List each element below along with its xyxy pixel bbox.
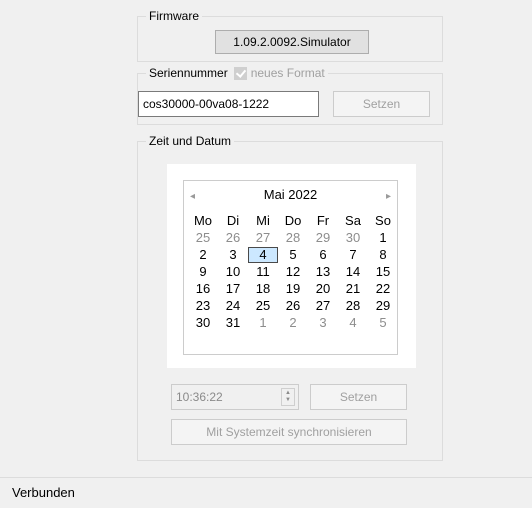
calendar-day[interactable]: 10: [218, 264, 248, 280]
calendar-day[interactable]: 19: [278, 281, 308, 297]
calendar-day[interactable]: 2: [278, 315, 308, 331]
calendar-weekday-header: Mo Di Mi Do Fr Sa So: [188, 213, 398, 229]
status-separator: [0, 477, 532, 478]
serial-group: Seriennummer neues Format cos30000-00va0…: [137, 65, 443, 125]
calendar-day[interactable]: 9: [188, 264, 218, 280]
calendar-week-row: 16 17 18 19 20 21 22: [188, 281, 398, 297]
calendar-day[interactable]: 29: [368, 298, 398, 314]
firmware-legend-label: Firmware: [149, 9, 199, 23]
calendar-day[interactable]: 16: [188, 281, 218, 297]
calendar-day[interactable]: 1: [368, 230, 398, 246]
calendar-day[interactable]: 25: [188, 230, 218, 246]
calendar-day[interactable]: 15: [368, 264, 398, 280]
calendar-day[interactable]: 1: [248, 315, 278, 331]
firmware-group: Firmware 1.09.2.0092.Simulator: [137, 8, 443, 62]
calendar-day[interactable]: 21: [338, 281, 368, 297]
calendar-day[interactable]: 13: [308, 264, 338, 280]
serial-number-input[interactable]: cos30000-00va08-1222: [138, 91, 319, 117]
calendar-day[interactable]: 18: [248, 281, 278, 297]
calendar-day[interactable]: 26: [218, 230, 248, 246]
new-format-checkbox[interactable]: [233, 66, 247, 80]
time-value: 10:36:22: [176, 390, 223, 404]
calendar-day[interactable]: 23: [188, 298, 218, 314]
weekday-label: So: [375, 213, 391, 228]
calendar-day[interactable]: 27: [308, 298, 338, 314]
calendar-week-row: 2 3 4 5 6 7 8: [188, 247, 398, 263]
weekday-label: Sa: [345, 213, 361, 228]
calendar-day[interactable]: 14: [338, 264, 368, 280]
calendar-day[interactable]: 8: [368, 247, 398, 263]
new-format-label: neues Format: [250, 66, 325, 80]
calendar-week-row: 30 31 1 2 3 4 5: [188, 315, 398, 331]
time-set-button[interactable]: Setzen: [310, 384, 407, 410]
serial-legend-label: Seriennummer: [149, 66, 228, 80]
serial-legend: Seriennummer neues Format: [146, 65, 328, 81]
calendar-day[interactable]: 17: [218, 281, 248, 297]
spin-up-icon[interactable]: ▲: [285, 390, 291, 397]
calendar-day[interactable]: 26: [278, 298, 308, 314]
calendar-day[interactable]: 28: [338, 298, 368, 314]
calendar-day[interactable]: 2: [188, 247, 218, 263]
calendar-day-selected[interactable]: 4: [248, 247, 278, 263]
calendar-day[interactable]: 29: [308, 230, 338, 246]
calendar-day[interactable]: 5: [278, 247, 308, 263]
month-calendar[interactable]: ◂ Mai 2022 ▸ Mo Di Mi Do Fr Sa So 25 26 …: [167, 164, 416, 368]
calendar-day[interactable]: 30: [188, 315, 218, 331]
weekday-label: Di: [226, 213, 240, 228]
serial-set-button[interactable]: Setzen: [333, 91, 430, 117]
calendar-day[interactable]: 12: [278, 264, 308, 280]
calendar-day[interactable]: 5: [368, 315, 398, 331]
time-spinner[interactable]: ▲ ▼: [281, 388, 295, 406]
calendar-day[interactable]: 28: [278, 230, 308, 246]
calendar-week-row: 23 24 25 26 27 28 29: [188, 298, 398, 314]
calendar-day[interactable]: 22: [368, 281, 398, 297]
time-picker[interactable]: 10:36:22 ▲ ▼: [171, 384, 299, 410]
calendar-day[interactable]: 30: [338, 230, 368, 246]
calendar-day[interactable]: 20: [308, 281, 338, 297]
weekday-label: Mi: [256, 213, 270, 228]
next-month-icon[interactable]: ▸: [386, 191, 391, 203]
calendar-day[interactable]: 7: [338, 247, 368, 263]
calendar-week-row: 25 26 27 28 29 30 1: [188, 230, 398, 246]
weekday-label: Fr: [316, 213, 330, 228]
status-text: Verbunden: [12, 485, 75, 500]
calendar-day[interactable]: 3: [308, 315, 338, 331]
sync-system-time-button[interactable]: Mit Systemzeit synchronisieren: [171, 419, 407, 445]
datetime-legend-label: Zeit und Datum: [149, 134, 232, 148]
spin-down-icon[interactable]: ▼: [285, 397, 291, 404]
calendar-week-row: 9 10 11 12 13 14 15: [188, 264, 398, 280]
weekday-label: Mo: [193, 213, 213, 228]
datetime-legend: Zeit und Datum: [146, 133, 235, 149]
calendar-day[interactable]: 27: [248, 230, 278, 246]
calendar-day[interactable]: 3: [218, 247, 248, 263]
calendar-day[interactable]: 6: [308, 247, 338, 263]
calendar-day[interactable]: 25: [248, 298, 278, 314]
calendar-frame: ◂ Mai 2022 ▸ Mo Di Mi Do Fr Sa So 25 26 …: [183, 180, 398, 355]
calendar-day[interactable]: 11: [248, 264, 278, 280]
calendar-day[interactable]: 31: [218, 315, 248, 331]
calendar-month-title[interactable]: Mai 2022: [184, 187, 397, 202]
firmware-version-button[interactable]: 1.09.2.0092.Simulator: [215, 30, 369, 54]
serial-number-value: cos30000-00va08-1222: [143, 97, 270, 111]
calendar-day[interactable]: 24: [218, 298, 248, 314]
firmware-legend: Firmware: [146, 8, 202, 24]
weekday-label: Do: [284, 213, 302, 228]
calendar-day[interactable]: 4: [338, 315, 368, 331]
